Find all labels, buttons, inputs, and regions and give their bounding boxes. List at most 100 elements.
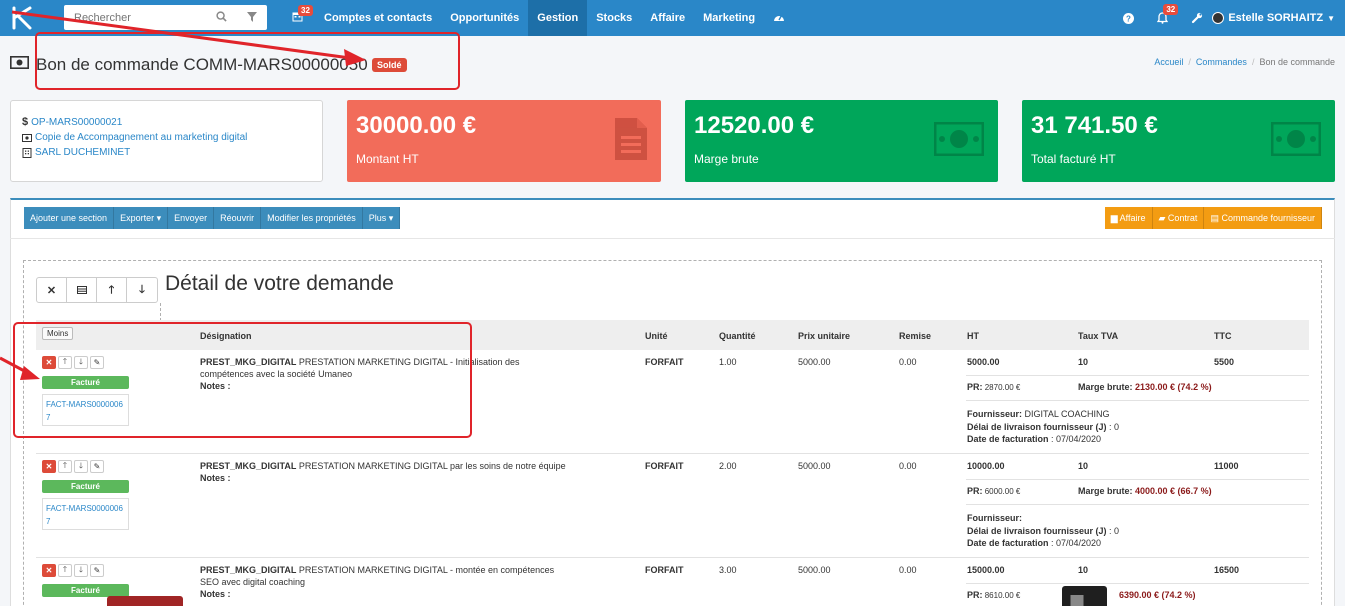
- unit: FORFAIT: [645, 357, 684, 367]
- cost-price: PR: 8610.00 €: [967, 590, 1020, 600]
- pr-divider: [966, 583, 1309, 584]
- supplier-label: Fournisseur:: [967, 409, 1023, 419]
- kpi-value: 12520.00 €: [694, 112, 815, 139]
- tva-rate: 10: [1078, 357, 1089, 367]
- notifications-button[interactable]: 32: [1157, 0, 1179, 36]
- toolbar-right: ▆ Affaire ▰ Contrat ▤ Commande fournisse…: [1104, 207, 1322, 229]
- col-taux-tva: Taux TVA: [1078, 331, 1119, 341]
- discount: 0.00: [899, 565, 917, 575]
- notes-label: Notes :: [200, 589, 231, 599]
- affaire-button[interactable]: ▆ Affaire: [1104, 207, 1153, 229]
- supplier-order-label: Commande fournisseur: [1221, 213, 1315, 223]
- tva-rate: 10: [1078, 461, 1089, 471]
- delete-line-button[interactable]: ✕: [42, 460, 56, 473]
- add-section-button[interactable]: Ajouter une section: [24, 207, 115, 229]
- calendar-float-button[interactable]: [1062, 586, 1107, 606]
- nav-stocks[interactable]: Stocks: [587, 0, 641, 36]
- quantity: 3.00: [719, 565, 737, 575]
- marge-label: Marge brute:: [1078, 382, 1133, 392]
- opportunity-link[interactable]: OP-MARS00000021: [31, 115, 122, 130]
- breadcrumb-accueil[interactable]: Accueil: [1154, 57, 1183, 67]
- billing-date-label: Date de facturation: [967, 434, 1049, 444]
- wrench-icon: [1192, 12, 1203, 24]
- section-settings-button[interactable]: [67, 278, 97, 302]
- move-up-button[interactable]: 🡑: [58, 564, 72, 577]
- nav-gestion[interactable]: Gestion: [528, 0, 588, 36]
- nav-marketing[interactable]: Marketing: [694, 0, 764, 36]
- nav-comptes[interactable]: Comptes et contacts: [315, 0, 441, 36]
- company-link[interactable]: SARL DUCHEMINET: [35, 145, 130, 160]
- pr-divider: [966, 375, 1309, 376]
- amount-ttc: 5500: [1214, 357, 1235, 367]
- reopen-button[interactable]: Réouvrir: [214, 207, 262, 229]
- tva-rate: 10: [1078, 565, 1089, 575]
- col-unite: Unité: [645, 331, 668, 341]
- search-input[interactable]: [64, 6, 204, 29]
- edit-line-button[interactable]: ✎: [90, 564, 104, 577]
- contrat-button[interactable]: ▰ Contrat: [1152, 207, 1205, 229]
- billing-date-value: : 07/04/2020: [1048, 434, 1102, 444]
- more-button[interactable]: Plus ▾: [362, 207, 401, 229]
- calendar-badge: 32: [298, 5, 313, 16]
- money-icon: [1271, 122, 1321, 156]
- user-menu[interactable]: Estelle SORHAITZ ▼: [1212, 12, 1335, 24]
- supplier-order-button[interactable]: ▤ Commande fournisseur: [1204, 207, 1322, 229]
- row-actions: ✕ 🡑 🡓 ✎: [42, 460, 104, 473]
- edit-line-button[interactable]: ✎: [90, 460, 104, 473]
- row-actions: ✕ 🡑 🡓 ✎: [42, 564, 104, 577]
- close-icon: ✕: [46, 284, 57, 297]
- invoice-link[interactable]: FACT-MARS00000067: [42, 498, 129, 530]
- col-remise: Remise: [899, 331, 932, 341]
- arrow-up-icon: 🡑: [108, 283, 115, 296]
- settings-button[interactable]: [1191, 0, 1203, 36]
- send-button[interactable]: Envoyer: [168, 207, 215, 229]
- pr-value: 2870.00 €: [982, 383, 1021, 392]
- banknote-icon: [10, 56, 29, 69]
- nav-calendar[interactable]: 32: [280, 0, 315, 36]
- move-down-button[interactable]: 🡓: [74, 564, 88, 577]
- nav-opportunites[interactable]: Opportunités: [441, 0, 528, 36]
- unit: FORFAIT: [645, 565, 684, 575]
- kpi-label: Montant HT: [356, 152, 419, 166]
- product-code: PREST_MKG_DIGITAL: [200, 565, 297, 575]
- export-button[interactable]: Exporter ▾: [114, 207, 169, 229]
- kpi-value: 30000.00 €: [356, 112, 477, 139]
- list-icon: [76, 286, 87, 294]
- move-down-button[interactable]: 🡓: [74, 460, 88, 473]
- unit-price: 5000.00: [798, 461, 831, 471]
- product-code: PREST_MKG_DIGITAL: [200, 461, 297, 471]
- pr-value: 8610.00 €: [982, 591, 1021, 600]
- breadcrumb-commandes[interactable]: Commandes: [1196, 57, 1247, 67]
- help-icon: ?: [1123, 12, 1135, 24]
- breadcrumb: Accueil / Commandes / Bon de commande: [1154, 57, 1335, 67]
- user-name: Estelle SORHAITZ: [1228, 12, 1324, 24]
- help-button[interactable]: ?: [1123, 0, 1135, 36]
- product-link[interactable]: Copie de Accompagnement au marketing dig…: [35, 130, 247, 145]
- app-logo-icon[interactable]: [8, 4, 44, 32]
- supplier-value: DIGITAL COACHING: [1022, 409, 1110, 419]
- delete-line-button[interactable]: ✕: [42, 564, 56, 577]
- filter-icon[interactable]: [247, 12, 257, 22]
- section-title: Détail de votre demande: [165, 272, 394, 295]
- nav-affaire[interactable]: Affaire: [641, 0, 694, 36]
- kpi-montant-ht: 30000.00 € Montant HT: [347, 100, 661, 182]
- discount: 0.00: [899, 461, 917, 471]
- table-row: ✕ 🡑 🡓 ✎ Facturé FACT-MARS00000067 PREST_…: [36, 454, 1309, 558]
- nav-dashboard[interactable]: [764, 0, 794, 36]
- move-section-up-button[interactable]: 🡑: [97, 278, 127, 302]
- move-up-button[interactable]: 🡑: [58, 460, 72, 473]
- pr-label: PR:: [967, 590, 983, 600]
- cost-price: PR: 6000.00 €: [967, 486, 1020, 496]
- search-icon[interactable]: [216, 11, 227, 22]
- notif-badge: 32: [1163, 4, 1179, 15]
- move-section-down-button[interactable]: 🡓: [127, 278, 157, 302]
- edit-properties-button[interactable]: Modifier les propriétés: [261, 207, 363, 229]
- floating-action-button[interactable]: [107, 596, 183, 606]
- col-prix-unitaire: Prix unitaire: [798, 331, 851, 341]
- marge-value: 6390.00 € (74.2 %): [1119, 590, 1196, 600]
- supplier-label: Fournisseur:: [967, 513, 1023, 523]
- delete-section-button[interactable]: ✕: [37, 278, 67, 302]
- avatar: [1212, 12, 1225, 24]
- discount: 0.00: [899, 357, 917, 367]
- quantity: 1.00: [719, 357, 737, 367]
